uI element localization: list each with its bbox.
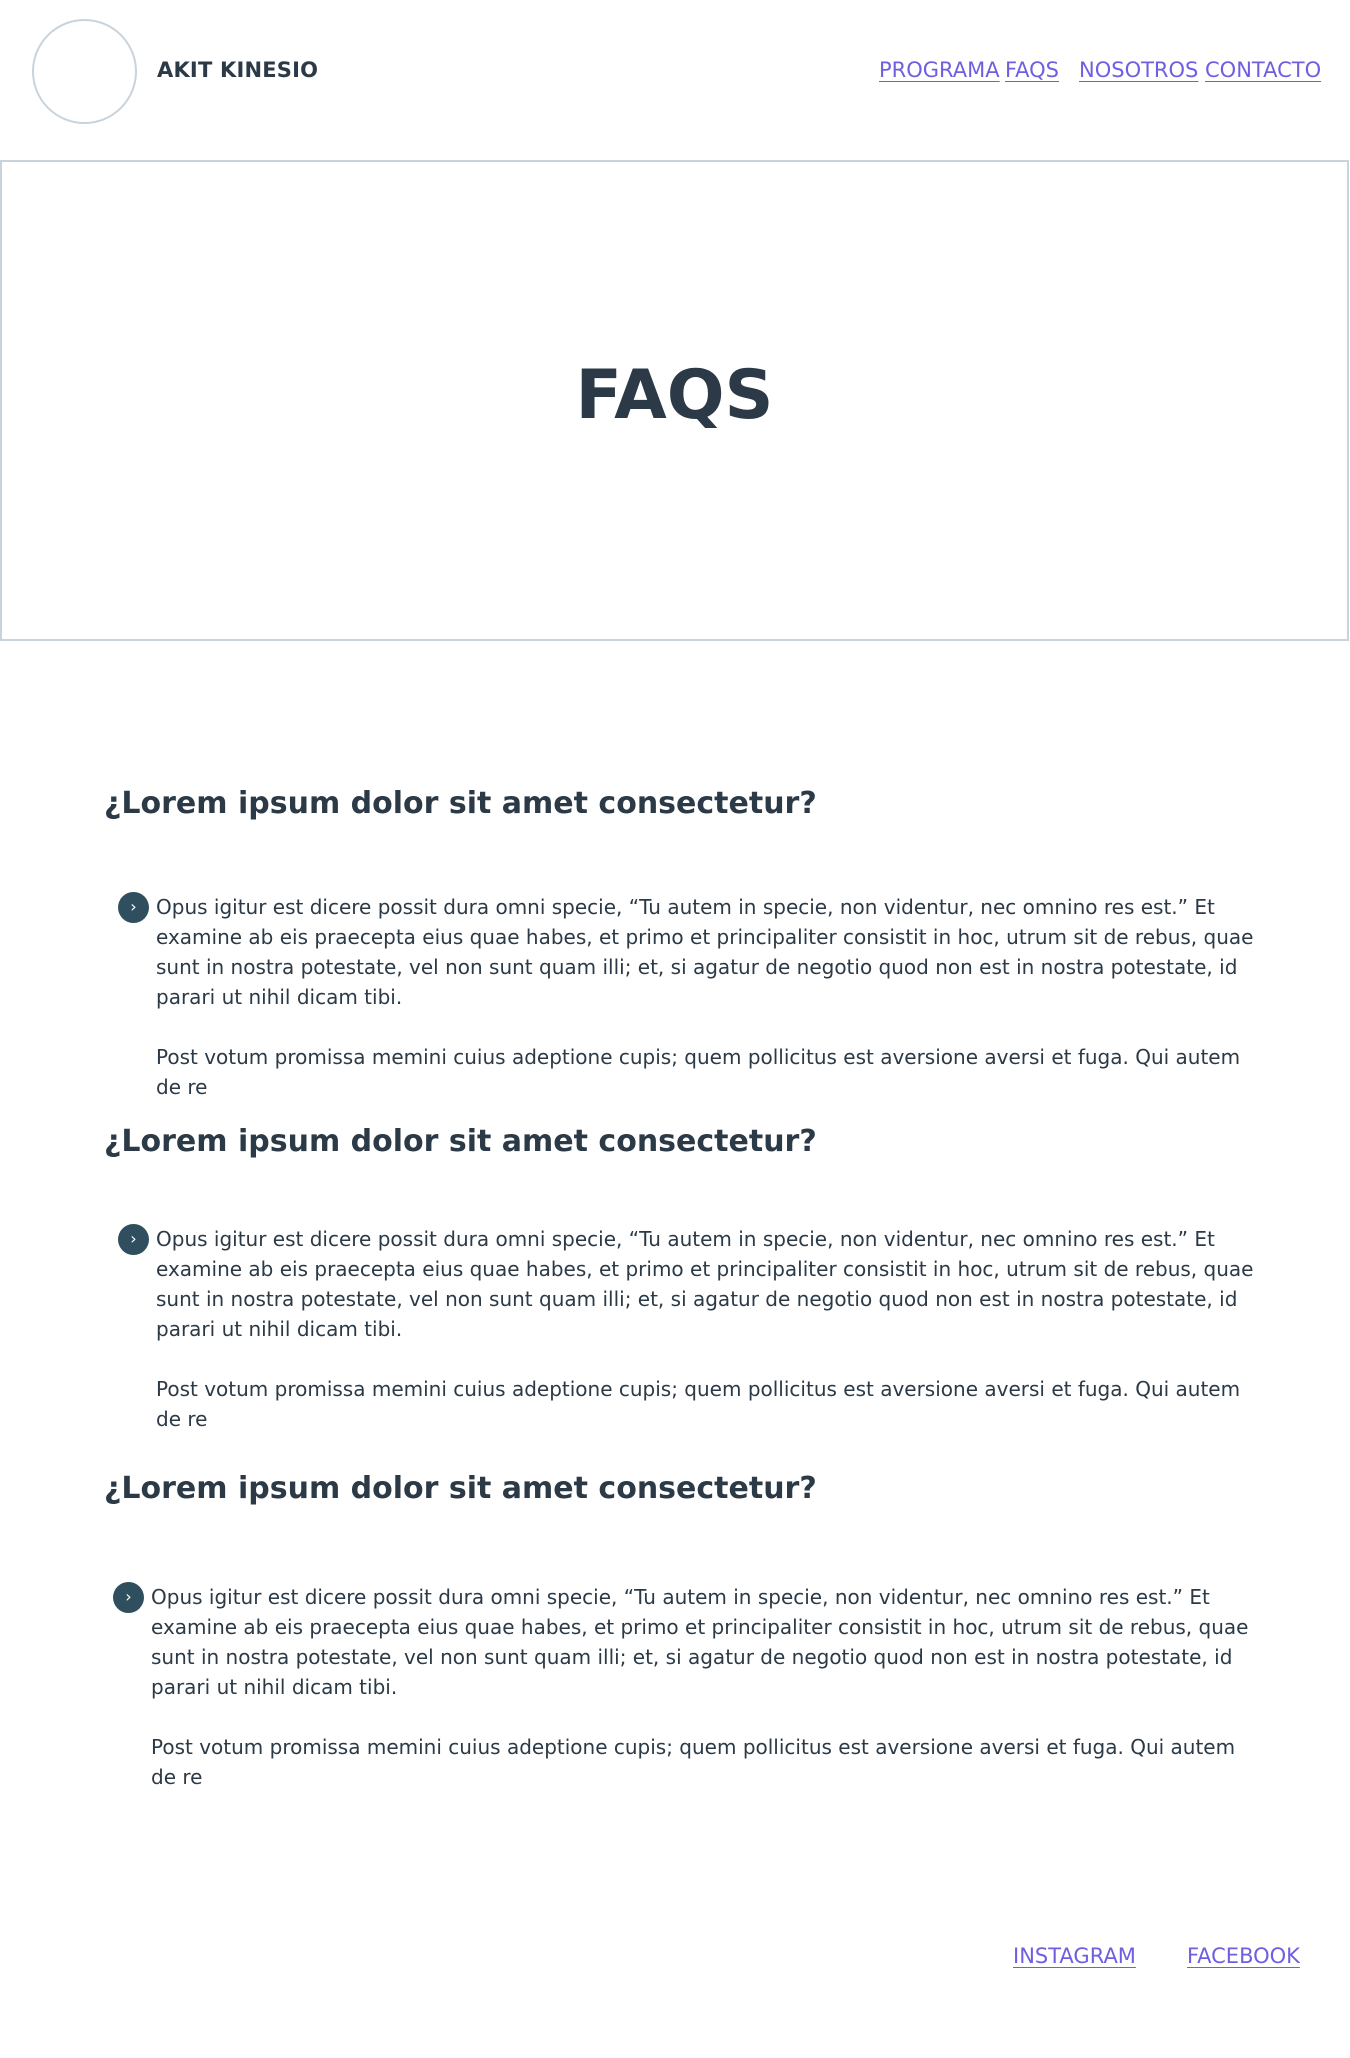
faq-item: ¿Lorem ipsum dolor sit amet consectetur?… bbox=[104, 1124, 1264, 1431]
chevron-right-icon[interactable]: › bbox=[113, 1582, 144, 1613]
hero-banner: FAQS bbox=[0, 160, 1349, 641]
faq-answer-paragraph: Opus igitur est dicere possit dura omni … bbox=[151, 1585, 1249, 1699]
faq-answer-paragraph: Opus igitur est dicere possit dura omni … bbox=[156, 1227, 1254, 1341]
faq-question: ¿Lorem ipsum dolor sit amet consectetur? bbox=[104, 1124, 817, 1159]
faq-answer-paragraph: Post votum promissa memini cuius adeptio… bbox=[151, 1735, 1236, 1789]
nav-link-nosotros[interactable]: NOSOTROS bbox=[1079, 58, 1198, 82]
logo-placeholder[interactable] bbox=[32, 19, 137, 124]
faq-item: ¿Lorem ipsum dolor sit amet consectetur?… bbox=[104, 1471, 1264, 1789]
faq-answer: › Opus igitur est dicere possit dura omn… bbox=[118, 892, 1268, 1132]
nav-link-programa[interactable]: PROGRAMA bbox=[879, 58, 1000, 82]
site-header: AKIT KINESIO PROGRAMA FAQS NOSOTROS CONT… bbox=[0, 0, 1350, 158]
social-links: INSTAGRAM FACEBOOK bbox=[1013, 1944, 1313, 1976]
brand-name[interactable]: AKIT KINESIO bbox=[157, 58, 318, 82]
faq-answer-paragraph: Post votum promissa memini cuius adeptio… bbox=[156, 1045, 1241, 1099]
nav-link-contacto[interactable]: CONTACTO bbox=[1205, 58, 1321, 82]
faq-answer: › Opus igitur est dicere possit dura omn… bbox=[118, 1224, 1268, 1464]
main-nav: PROGRAMA FAQS NOSOTROS CONTACTO bbox=[879, 58, 1321, 88]
nav-link-faqs[interactable]: FAQS bbox=[1005, 58, 1059, 82]
page-title: FAQS bbox=[575, 356, 774, 435]
faq-question: ¿Lorem ipsum dolor sit amet consectetur? bbox=[104, 786, 817, 821]
chevron-right-icon[interactable]: › bbox=[118, 892, 149, 923]
facebook-link[interactable]: FACEBOOK bbox=[1187, 1944, 1300, 1968]
chevron-right-icon[interactable]: › bbox=[118, 1224, 149, 1255]
faq-answer-paragraph: Opus igitur est dicere possit dura omni … bbox=[156, 895, 1254, 1009]
faq-answer-paragraph: Post votum promissa memini cuius adeptio… bbox=[156, 1377, 1241, 1431]
faq-answer: › Opus igitur est dicere possit dura omn… bbox=[113, 1582, 1263, 1822]
faq-item: ¿Lorem ipsum dolor sit amet consectetur?… bbox=[104, 786, 1264, 1099]
faq-question: ¿Lorem ipsum dolor sit amet consectetur? bbox=[104, 1471, 817, 1506]
instagram-link[interactable]: INSTAGRAM bbox=[1013, 1944, 1136, 1968]
